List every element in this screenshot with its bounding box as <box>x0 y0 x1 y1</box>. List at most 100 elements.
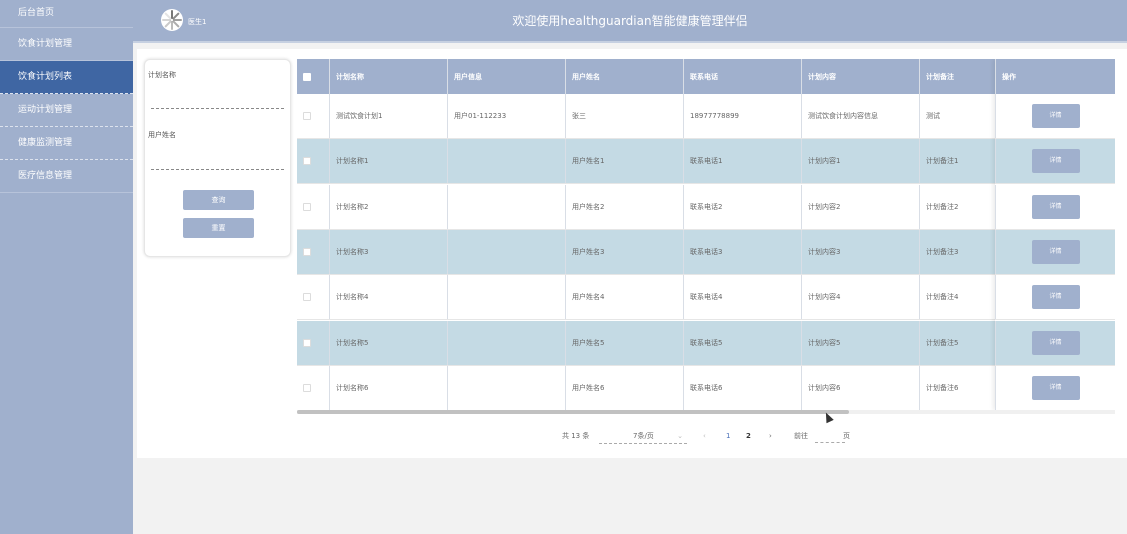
cell-plan-content: 计划内容1 <box>801 139 919 184</box>
next-page-button[interactable]: › <box>769 429 772 443</box>
cell-user-info <box>447 275 565 320</box>
cell-plan-content: 计划内容5 <box>801 320 919 365</box>
cell-plan-content: 测试饮食计划内容信息 <box>801 94 919 138</box>
sidebar-item-exercise-plan-management[interactable]: 运动计划管理 <box>0 94 133 127</box>
cell-plan-note: 计划备注2 <box>919 184 995 229</box>
column-header-phone: 联系电话 <box>683 59 801 94</box>
cell-user-info: 用户01-112233 <box>447 94 565 138</box>
reset-button[interactable]: 重置 <box>183 218 254 238</box>
cell-plan-note: 计划备注5 <box>919 320 995 365</box>
goto-label: 前往 <box>794 432 808 440</box>
sidebar-item-health-monitoring-management[interactable]: 健康监测管理 <box>0 127 133 160</box>
cell-phone: 联系电话6 <box>683 365 801 410</box>
select-all-checkbox[interactable] <box>303 72 311 81</box>
table-row: 测试饮食计划1 用户01-112233 张三 18977778899 测试饮食计划内容信… <box>297 94 1115 139</box>
detail-button[interactable]: 详情 <box>1031 104 1080 128</box>
row-checkbox[interactable] <box>303 293 311 302</box>
sidebar-item-diet-plan-list[interactable]: 饮食计划列表 <box>0 61 133 94</box>
page-number-2[interactable]: 2 <box>746 429 751 443</box>
cell-user-name: 用户姓名3 <box>565 229 683 274</box>
row-checkbox[interactable] <box>303 247 311 256</box>
scrollbar-thumb[interactable] <box>297 410 849 414</box>
horizontal-scrollbar[interactable] <box>297 410 1115 414</box>
cell-plan-note: 计划备注1 <box>919 139 995 184</box>
cell-plan-content: 计划内容3 <box>801 229 919 274</box>
detail-button[interactable]: 详情 <box>1031 149 1080 174</box>
cell-user-info <box>447 229 565 274</box>
query-button[interactable]: 查询 <box>183 190 254 210</box>
cell-plan-name: 计划名称1 <box>329 139 447 184</box>
main-content: 计划名称 用户姓名 查询 重置 计划名称 用户信息 用户姓名 联系电话 计划内容… <box>137 49 1127 458</box>
cell-user-info <box>447 365 565 410</box>
cell-plan-content: 计划内容4 <box>801 275 919 320</box>
page-suffix-label: 页 <box>843 432 850 440</box>
table-row: 计划名称1 用户姓名1 联系电话1 计划内容1 计划备注1 详情 <box>297 139 1115 185</box>
cell-user-info <box>447 184 565 229</box>
row-checkbox[interactable] <box>303 383 311 392</box>
page-size-select[interactable]: 7条/页 ⌄ <box>599 429 687 444</box>
table-row: 计划名称3 用户姓名3 联系电话3 计划内容3 计划备注3 详情 <box>297 229 1115 275</box>
table-row: 计划名称2 用户姓名2 联系电话2 计划内容2 计划备注2 详情 <box>297 184 1115 230</box>
row-checkbox[interactable] <box>303 202 311 211</box>
sidebar-item-medical-info-management[interactable]: 医疗信息管理 <box>0 160 133 193</box>
cell-user-info <box>447 320 565 365</box>
cell-plan-name: 测试饮食计划1 <box>329 94 447 138</box>
detail-button[interactable]: 详情 <box>1031 194 1080 219</box>
cell-phone: 联系电话1 <box>683 139 801 184</box>
cell-user-name: 用户姓名2 <box>565 184 683 229</box>
cell-plan-name: 计划名称2 <box>329 184 447 229</box>
data-table: 计划名称 用户信息 用户姓名 联系电话 计划内容 计划备注 操作 测试饮食计划1… <box>297 59 1115 416</box>
cell-plan-content: 计划内容6 <box>801 365 919 410</box>
cell-plan-content: 计划内容2 <box>801 184 919 229</box>
page-number-1[interactable]: 1 <box>726 429 730 443</box>
sidebar-item-diet-plan-management[interactable]: 饮食计划管理 <box>0 28 133 61</box>
cell-plan-note: 计划备注4 <box>919 275 995 320</box>
detail-button[interactable]: 详情 <box>1031 239 1080 264</box>
cell-plan-note: 计划备注3 <box>919 229 995 274</box>
plan-name-input[interactable] <box>151 108 284 109</box>
column-header-plan-name: 计划名称 <box>329 59 447 94</box>
search-panel: 计划名称 用户姓名 查询 重置 <box>144 59 291 257</box>
prev-page-button[interactable]: ‹ <box>703 429 706 443</box>
row-checkbox[interactable] <box>303 112 311 120</box>
sidebar: 后台首页 饮食计划管理 饮食计划列表 运动计划管理 健康监测管理 医疗信息管理 <box>0 0 133 534</box>
table-row: 计划名称5 用户姓名5 联系电话5 计划内容5 计划备注5 详情 <box>297 320 1115 366</box>
header: 医生1 欢迎使用healthguardian智能健康管理伴侣 <box>133 0 1127 43</box>
detail-button[interactable]: 详情 <box>1031 330 1080 355</box>
cell-plan-name: 计划名称6 <box>329 365 447 410</box>
column-header-plan-note: 计划备注 <box>919 59 995 94</box>
cell-phone: 联系电话2 <box>683 184 801 229</box>
goto-page-input[interactable] <box>815 429 845 443</box>
plan-name-label: 计划名称 <box>148 71 176 79</box>
column-header-user-info: 用户信息 <box>447 59 565 94</box>
cell-phone: 联系电话4 <box>683 275 801 320</box>
column-header-actions: 操作 <box>995 59 1115 94</box>
chevron-down-icon: ⌄ <box>677 432 683 440</box>
sidebar-item-home[interactable]: 后台首页 <box>0 0 133 28</box>
cell-phone: 18977778899 <box>683 94 801 138</box>
cell-plan-name: 计划名称5 <box>329 320 447 365</box>
page-title: 欢迎使用healthguardian智能健康管理伴侣 <box>512 14 748 28</box>
cell-user-name: 用户姓名5 <box>565 320 683 365</box>
user-name-label: 用户姓名 <box>148 131 176 139</box>
pagination-total: 共 13 条 <box>562 432 590 440</box>
row-checkbox[interactable] <box>303 338 311 347</box>
cell-phone: 联系电话3 <box>683 229 801 274</box>
pagination: 共 13 条 7条/页 ⌄ ‹ 1 2 › 前往 页 <box>137 429 1127 444</box>
column-header-user-name: 用户姓名 <box>565 59 683 94</box>
cell-plan-name: 计划名称3 <box>329 229 447 274</box>
table-row: 计划名称4 用户姓名4 联系电话4 计划内容4 计划备注4 详情 <box>297 275 1115 321</box>
user-name-input[interactable] <box>151 169 284 170</box>
cell-plan-note: 测试 <box>919 94 995 138</box>
cell-user-name: 用户姓名1 <box>565 139 683 184</box>
page-size-value: 7条/页 <box>633 432 654 440</box>
table-row: 计划名称6 用户姓名6 联系电话6 计划内容6 计划备注6 详情 <box>297 365 1115 411</box>
detail-button[interactable]: 详情 <box>1031 285 1080 310</box>
detail-button[interactable]: 详情 <box>1031 375 1080 400</box>
cell-plan-note: 计划备注6 <box>919 365 995 410</box>
cell-user-name: 用户姓名4 <box>565 275 683 320</box>
cell-user-name: 张三 <box>565 94 683 138</box>
cell-phone: 联系电话5 <box>683 320 801 365</box>
cell-plan-name: 计划名称4 <box>329 275 447 320</box>
row-checkbox[interactable] <box>303 157 311 166</box>
